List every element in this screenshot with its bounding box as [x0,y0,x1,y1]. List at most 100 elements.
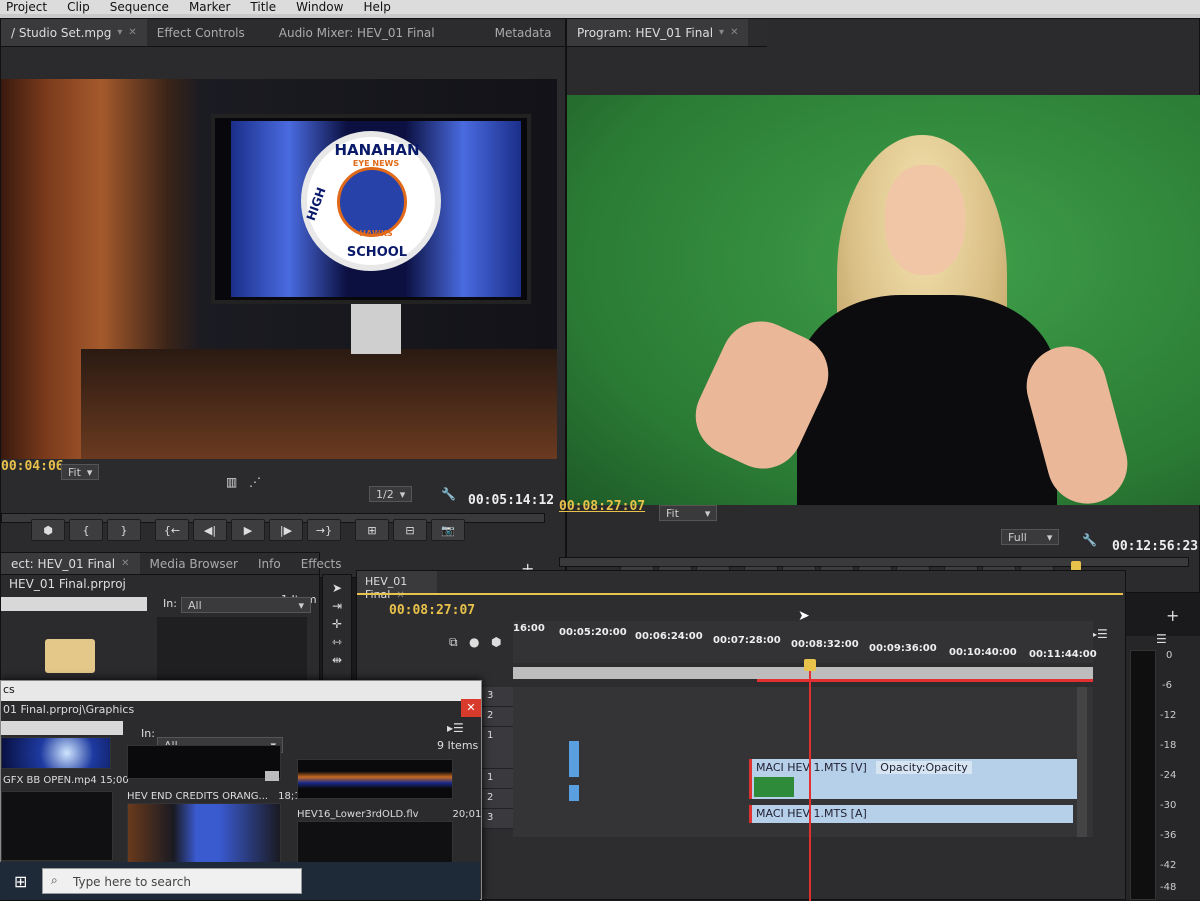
opacity-label[interactable]: Opacity:Opacity [876,761,972,774]
close-icon[interactable]: ✕ [730,27,738,38]
menu-marker[interactable]: Marker [189,1,230,13]
wrench-icon[interactable]: 🔧 [441,487,456,501]
playhead-handle[interactable] [804,659,816,671]
tab-effects[interactable]: Effects [291,557,352,571]
source-timecode[interactable]: 00:04:06 [1,459,64,474]
playhead-line[interactable] [809,663,811,901]
play-button[interactable]: ▶ [231,519,265,541]
program-resolution-dropdown[interactable]: Full ▾ [1001,529,1060,545]
close-icon[interactable]: ✕ [396,590,404,601]
meter-label: -18 [1160,740,1177,751]
project-in-label: In: [163,597,177,610]
timeline-menu-icon[interactable]: ▸☰ [1091,627,1108,641]
snap-icon[interactable]: ⧉ [449,635,458,650]
logo-text-bottom: SCHOOL [346,245,408,260]
work-area-bar[interactable] [513,667,1093,679]
menu-help[interactable]: Help [363,1,390,13]
windows-start-icon[interactable]: ⊞ [14,872,27,891]
source-fit-dropdown[interactable]: Fit ▾ [61,464,100,480]
timeline-ruler[interactable]: 16:00 00:05:20:00 00:06:24:00 00:07:28:0… [513,621,1097,663]
tab-timeline[interactable]: HEV_01 Final✕ [357,571,437,601]
bin-search-input[interactable] [1,721,123,735]
video-clip[interactable]: MACI HEV 1.MTS [V] Opacity:Opacity [749,759,1079,799]
tab-source-clip[interactable]: / Studio Set.mpg ▾ ✕ [1,19,147,46]
presenter-face [885,165,965,275]
audio-waveform-icon[interactable]: ⋰ [249,475,261,489]
marker-icon[interactable]: ▥ [226,475,237,489]
bin-menu-icon[interactable]: ▸☰ [447,721,464,735]
menu-window[interactable]: Window [296,1,343,13]
folder-icon[interactable] [45,639,95,673]
meter-menu-icon[interactable]: ☰ [1156,632,1167,646]
project-tabs: ect: HEV_01 Final ✕ Media Browser Info Ef… [1,553,342,575]
bin-thumb-lower-third[interactable] [297,759,453,799]
logo-text-inner: HAWKS [359,229,393,238]
menu-sequence[interactable]: Sequence [110,1,169,13]
chevron-down-icon[interactable]: ▾ [719,27,724,38]
step-back-button[interactable]: ◀| [193,519,227,541]
bin-path: 01 Final.prproj\Graphics [3,703,135,716]
bin-thumb-label: GFX BB OPEN.mp4 15;00 [3,775,129,786]
close-icon[interactable]: ✕ [461,699,481,717]
bin-thumb-end-credits[interactable] [127,745,281,779]
step-forward-button[interactable]: |▶ [269,519,303,541]
ripple-edit-icon[interactable]: ✛ [323,617,351,631]
ruler-label: 00:05:20:00 [559,627,627,638]
mark-out-button[interactable]: } [107,519,141,541]
tab-effect-controls[interactable]: Effect Controls [147,26,255,40]
set-marker-icon[interactable]: ● [469,635,479,649]
small-clip-audio[interactable] [569,785,579,801]
ruler-label: 00:09:36:00 [869,643,937,654]
tab-media-browser[interactable]: Media Browser [140,557,248,571]
render-bar [757,679,1093,682]
marker-tag-icon[interactable]: ⬢ [491,635,501,649]
mark-in-button[interactable]: { [69,519,103,541]
menu-clip[interactable]: Clip [67,1,90,13]
source-resolution-dropdown[interactable]: 1/2 ▾ [369,486,413,502]
presenter-body [797,295,1057,505]
tab-project[interactable]: ect: HEV_01 Final ✕ [1,553,140,574]
tab-metadata[interactable]: Metadata [485,26,562,40]
taskbar-search-box[interactable]: ⌕ Type here to search [42,868,302,894]
close-icon[interactable]: ✕ [121,558,129,569]
add-marker-button[interactable]: ⬢ [31,519,65,541]
chevron-down-icon[interactable]: ▾ [117,27,122,38]
meter-label: -30 [1160,800,1177,811]
tab-program[interactable]: Program: HEV_01 Final ▾ ✕ [567,19,749,46]
school-logo: HANAHAN HIGH SCHOOL HAWKS EYE NEWS [301,131,441,271]
rolling-edit-icon[interactable]: ⇿ [323,635,351,649]
video-badge-icon [265,771,279,781]
timeline-scrollbar[interactable] [1077,687,1087,837]
menu-title[interactable]: Title [250,1,276,13]
go-to-out-button[interactable]: →} [307,519,341,541]
tab-audio-mixer[interactable]: Audio Mixer: HEV_01 Final [269,26,445,40]
program-timecode[interactable]: 00:08:27:07 [559,499,645,514]
bin-thumb-blank[interactable] [1,791,113,861]
program-fit-dropdown[interactable]: Fit ▾ [659,505,718,521]
bin-thumb-gfx-open[interactable] [1,737,111,769]
track-select-icon[interactable]: ⇥ [323,599,351,613]
bin-thumb-studio[interactable] [127,803,281,867]
bin-title: cs [3,683,15,696]
source-video: HANAHAN HIGH SCHOOL HAWKS EYE NEWS [1,79,557,459]
bin-thumb-label: HEV16_Lower3rdOLD.flv 20;01 [297,809,482,820]
taskbar-search-placeholder: Type here to search [73,875,191,889]
go-to-in-button[interactable]: {← [155,519,189,541]
project-in-dropdown[interactable]: All ▾ [181,597,311,613]
menu-project[interactable]: Project [6,1,47,13]
rate-stretch-icon[interactable]: ⇹ [323,653,351,667]
tab-info[interactable]: Info [248,557,291,571]
insert-button[interactable]: ⊞ [355,519,389,541]
overwrite-button[interactable]: ⊟ [393,519,427,541]
export-frame-button[interactable]: 📷 [431,519,465,541]
small-clip-video[interactable] [569,741,579,777]
add-button-icon[interactable]: + [1166,606,1179,625]
close-icon[interactable]: ✕ [128,27,136,38]
wrench-icon[interactable]: 🔧 [1082,533,1097,547]
timeline-timecode[interactable]: 00:08:27:07 [389,603,475,618]
selection-tool-icon[interactable]: ➤ [323,581,351,595]
project-search-input[interactable] [1,597,147,611]
taskbar: ⊞ ⌕ Type here to search [0,862,480,900]
ruler-label: 00:11:44:00 [1029,649,1097,660]
audio-clip[interactable]: MACI HEV 1.MTS [A] [749,805,1073,823]
